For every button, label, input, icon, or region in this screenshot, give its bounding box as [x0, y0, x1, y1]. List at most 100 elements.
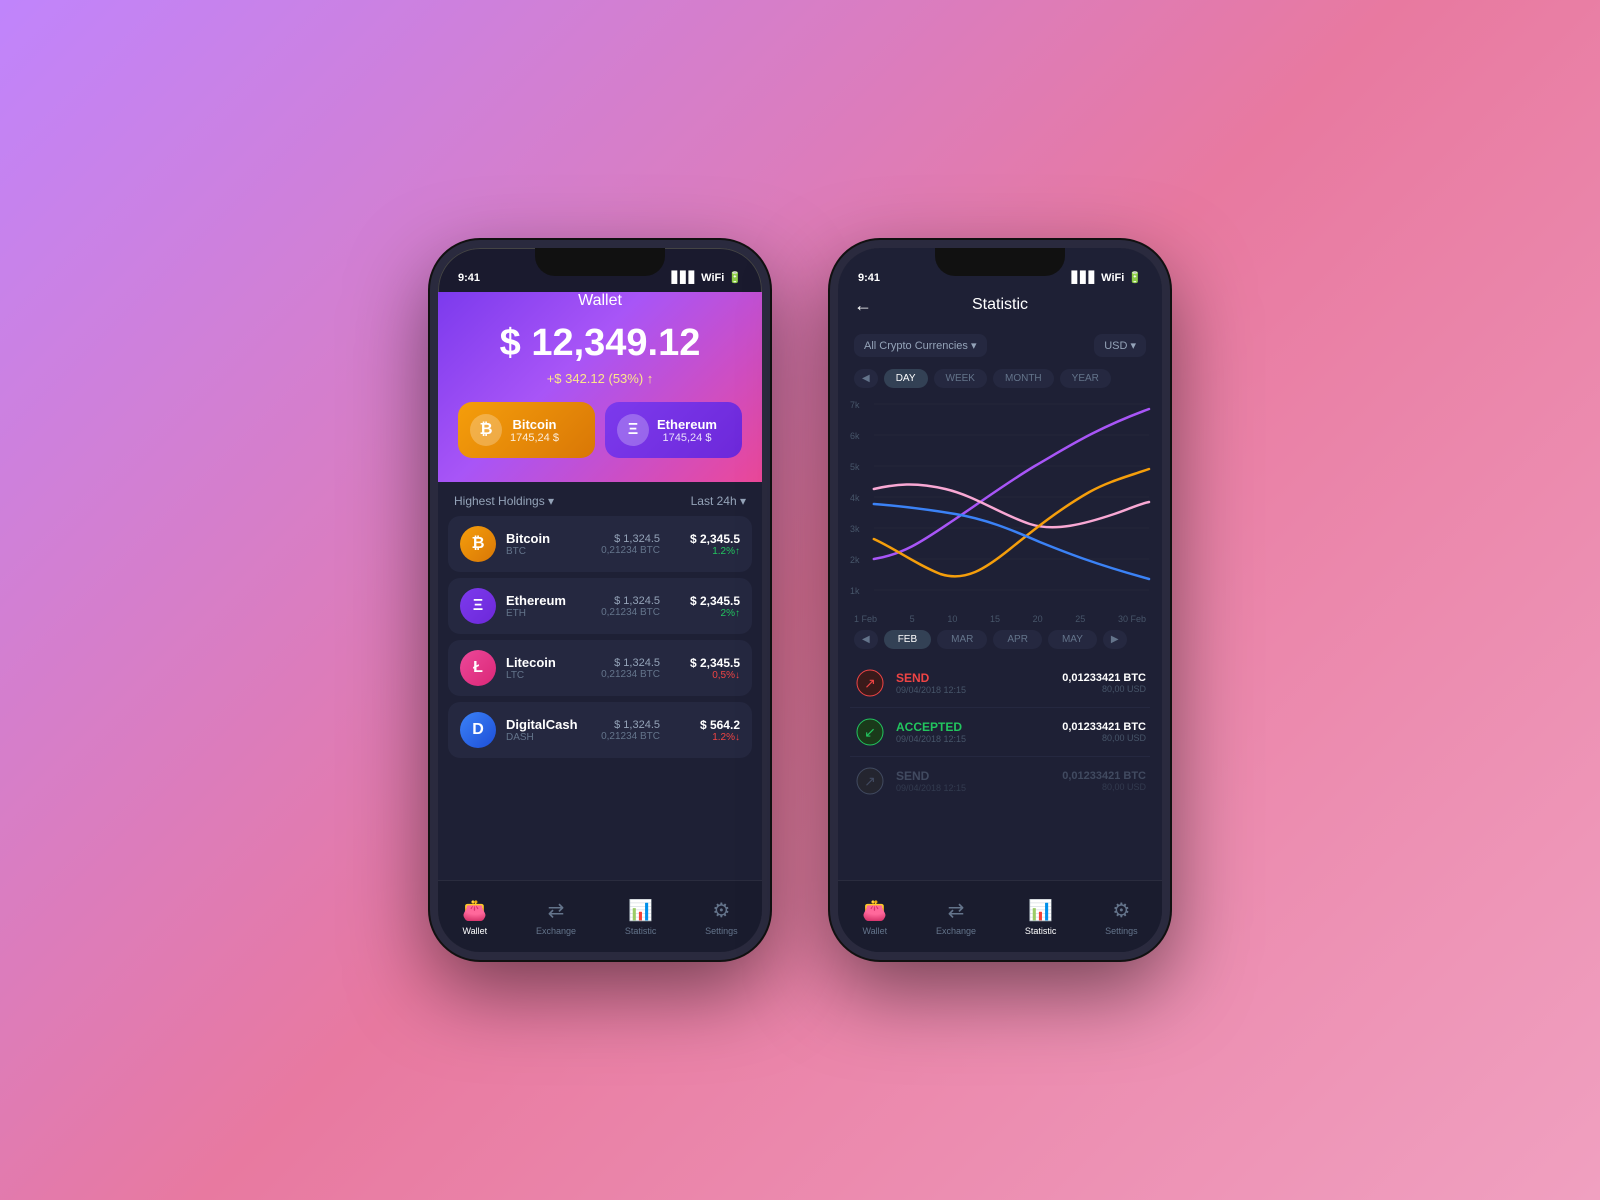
- holdings-label[interactable]: Highest Holdings ▾: [454, 494, 554, 508]
- coin-name-eth: Ethereum: [506, 593, 591, 608]
- coin-logo-btc: ₿: [460, 526, 496, 562]
- month-tab-next[interactable]: ▶: [1103, 630, 1127, 649]
- crypto-filter-label: All Crypto Currencies ▾: [864, 339, 977, 352]
- period-tab-year[interactable]: YEAR: [1060, 369, 1111, 388]
- x-label-25: 25: [1075, 614, 1085, 624]
- wallet-nav-label-2: Wallet: [862, 926, 887, 936]
- tx-amount-2: 0,01233421 BTC 80,00 USD: [1062, 721, 1146, 743]
- battery-icon-2: 🔋: [1128, 271, 1142, 284]
- crypto-filter-dropdown[interactable]: All Crypto Currencies ▾: [854, 334, 987, 357]
- coin-value-ltc: $ 2,345.5: [670, 656, 740, 670]
- coin-item-btc[interactable]: ₿ Bitcoin BTC $ 1,324.5 0,21234 BTC $ 2,…: [448, 516, 752, 572]
- btc-name: Bitcoin: [510, 417, 559, 432]
- tx-info-3: SEND 09/04/2018 12:15: [896, 769, 1052, 793]
- coin-change-eth: 2%↑: [670, 608, 740, 619]
- battery-icon: 🔋: [728, 271, 742, 284]
- tx-info-2: ACCEPTED 09/04/2018 12:15: [896, 720, 1052, 744]
- status-icons-wallet: ▋▋▋ WiFi 🔋: [672, 271, 742, 284]
- nav-statistic[interactable]: 📊 Statistic: [625, 898, 657, 936]
- month-tab-apr[interactable]: APR: [993, 630, 1042, 649]
- svg-text:5k: 5k: [850, 462, 860, 472]
- svg-text:↙: ↙: [864, 724, 876, 740]
- coin-btc-eth: 0,21234 BTC: [601, 607, 660, 618]
- coin-name-dash: DigitalCash: [506, 717, 591, 732]
- period-tab-month[interactable]: MONTH: [993, 369, 1054, 388]
- tx-usd-1: 80,00 USD: [1062, 684, 1146, 694]
- tx-amount-1: 0,01233421 BTC 80,00 USD: [1062, 672, 1146, 694]
- month-tab-prev[interactable]: ◀: [854, 630, 878, 649]
- coin-info-eth: Ethereum ETH: [506, 593, 591, 619]
- wallet-content: Wallet $ 12,349.12 +$ 342.12 (53%) ↑ ₿ B…: [438, 292, 762, 952]
- x-label-15: 15: [990, 614, 1000, 624]
- x-label-5: 5: [910, 614, 915, 624]
- tx-btc-2: 0,01233421 BTC: [1062, 721, 1146, 733]
- eth-val: 1745,24 $: [657, 432, 717, 444]
- period-tab-day[interactable]: DAY: [884, 369, 928, 388]
- chart-svg: 7k 6k 5k 4k 3k 2k 1k: [846, 394, 1154, 614]
- wallet-nav-label: Wallet: [462, 926, 487, 936]
- nav-exchange-stat[interactable]: ⇄ Exchange: [936, 898, 976, 936]
- x-label-10: 10: [947, 614, 957, 624]
- tx-type-1: SEND: [896, 671, 1052, 685]
- tx-item-1[interactable]: ↗ SEND 09/04/2018 12:15 0,01233421 BTC 8…: [850, 659, 1150, 708]
- svg-text:7k: 7k: [850, 400, 860, 410]
- tx-item-3[interactable]: ↗ SEND 09/04/2018 12:15 0,01233421 BTC 8…: [850, 757, 1150, 805]
- wallet-change: +$ 342.12 (53%) ↑: [458, 371, 742, 386]
- coin-value-col-dash: $ 564.2 1.2%↓: [670, 718, 740, 743]
- btc-info: Bitcoin 1745,24 $: [510, 417, 559, 444]
- phone-notch-2: [935, 248, 1065, 276]
- coin-item-ltc[interactable]: Ł Litecoin LTC $ 1,324.5 0,21234 BTC $ 2…: [448, 640, 752, 696]
- exchange-nav-icon: ⇄: [548, 898, 565, 923]
- stat-content: ← Statistic All Crypto Currencies ▾ USD …: [838, 292, 1162, 952]
- eth-info: Ethereum 1745,24 $: [657, 417, 717, 444]
- coin-list: ₿ Bitcoin BTC $ 1,324.5 0,21234 BTC $ 2,…: [438, 516, 762, 758]
- exchange-nav-icon-2: ⇄: [948, 898, 965, 923]
- tx-icon-1: ↗: [854, 667, 886, 699]
- nav-wallet-stat[interactable]: 👛 Wallet: [862, 898, 887, 936]
- coin-symbol-dash: DASH: [506, 732, 591, 743]
- transactions-list: ↗ SEND 09/04/2018 12:15 0,01233421 BTC 8…: [838, 655, 1162, 881]
- chart-container: 7k 6k 5k 4k 3k 2k 1k: [838, 394, 1162, 612]
- coin-price-dash: $ 1,324.5: [601, 719, 660, 731]
- usd-filter-dropdown[interactable]: USD ▾: [1094, 334, 1146, 357]
- tx-date-1: 09/04/2018 12:15: [896, 685, 1052, 695]
- x-label-30: 30 Feb: [1118, 614, 1146, 624]
- phone-statistic: 9:41 ▋▋▋ WiFi 🔋 ← Statistic All Crypto C…: [830, 240, 1170, 960]
- month-tab-feb[interactable]: FEB: [884, 630, 931, 649]
- usd-filter-label: USD ▾: [1104, 339, 1136, 352]
- btc-card[interactable]: ₿ Bitcoin 1745,24 $: [458, 402, 595, 458]
- holdings-period[interactable]: Last 24h ▾: [691, 494, 746, 508]
- nav-settings-stat[interactable]: ⚙ Settings: [1105, 898, 1138, 936]
- coin-logo-ltc: Ł: [460, 650, 496, 686]
- tx-date-3: 09/04/2018 12:15: [896, 783, 1052, 793]
- signal-icon: ▋▋▋: [672, 271, 697, 284]
- nav-wallet[interactable]: 👛 Wallet: [462, 898, 487, 936]
- wallet-nav-icon-2: 👛: [862, 898, 887, 923]
- coin-info-btc: Bitcoin BTC: [506, 531, 591, 557]
- coin-price-col-dash: $ 1,324.5 0,21234 BTC: [601, 719, 660, 742]
- coin-logo-dash: D: [460, 712, 496, 748]
- tx-type-3: SEND: [896, 769, 1052, 783]
- settings-nav-icon-2: ⚙: [1112, 898, 1130, 923]
- month-tabs: ◀ FEB MAR APR MAY ▶: [838, 626, 1162, 655]
- eth-card[interactable]: Ξ Ethereum 1745,24 $: [605, 402, 742, 458]
- settings-nav-icon: ⚙: [712, 898, 730, 923]
- tx-item-2[interactable]: ↙ ACCEPTED 09/04/2018 12:15 0,01233421 B…: [850, 708, 1150, 757]
- period-tab-prev[interactable]: ◀: [854, 369, 878, 388]
- coin-item-eth[interactable]: Ξ Ethereum ETH $ 1,324.5 0,21234 BTC $ 2…: [448, 578, 752, 634]
- coin-btc-btc: 0,21234 BTC: [601, 545, 660, 556]
- coin-value-eth: $ 2,345.5: [670, 594, 740, 608]
- month-tab-mar[interactable]: MAR: [937, 630, 987, 649]
- svg-text:1k: 1k: [850, 586, 860, 596]
- nav-exchange[interactable]: ⇄ Exchange: [536, 898, 576, 936]
- back-button[interactable]: ←: [854, 295, 872, 316]
- coin-change-dash: 1.2%↓: [670, 732, 740, 743]
- period-tab-week[interactable]: WEEK: [934, 369, 987, 388]
- coin-change-btc: 1.2%↑: [670, 546, 740, 557]
- coin-item-dash[interactable]: D DigitalCash DASH $ 1,324.5 0,21234 BTC…: [448, 702, 752, 758]
- month-tab-may[interactable]: MAY: [1048, 630, 1097, 649]
- stat-header: ← Statistic: [838, 292, 1162, 326]
- nav-settings[interactable]: ⚙ Settings: [705, 898, 738, 936]
- nav-statistic-stat[interactable]: 📊 Statistic: [1025, 898, 1057, 936]
- coin-btc-ltc: 0,21234 BTC: [601, 669, 660, 680]
